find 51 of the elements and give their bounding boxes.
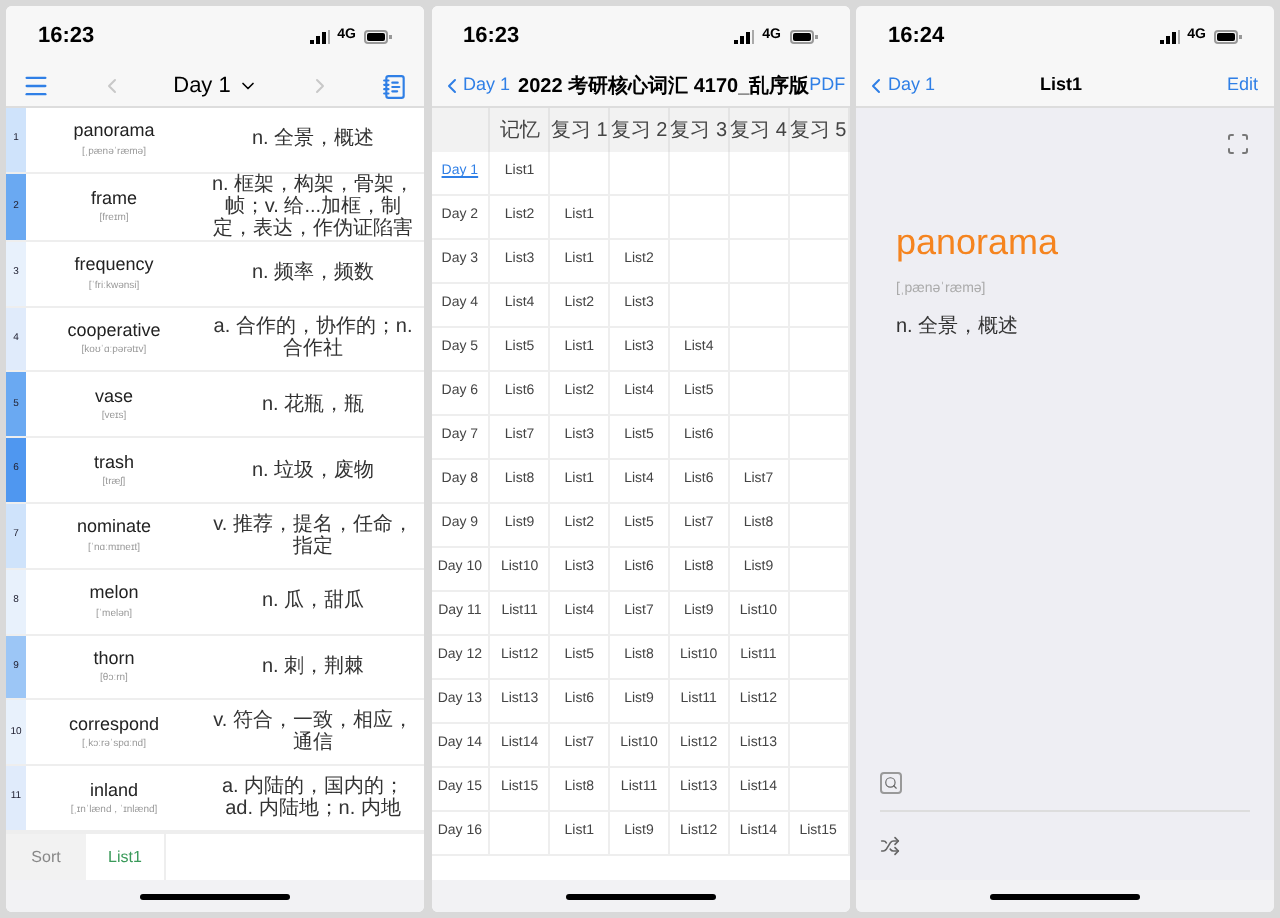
edit-button[interactable]: Edit — [1157, 72, 1258, 100]
meaning-text: n. 全景，概述 — [896, 313, 1021, 341]
column-header: 复习 4 — [729, 108, 790, 152]
search-icon[interactable] — [880, 772, 902, 794]
word-text: inland — [89, 777, 139, 804]
signal-icon — [734, 29, 755, 43]
meaning-text: v. 符合，一致，相应，通信 — [211, 710, 415, 755]
word-text: nominate — [76, 514, 152, 541]
word-text: melon — [89, 580, 139, 607]
headword: panorama — [896, 220, 1061, 266]
column-header: 复习 5 — [789, 108, 849, 152]
word-text: trash — [93, 449, 134, 476]
word-text: frame — [90, 185, 137, 212]
battery-icon — [364, 29, 392, 43]
meaning-text: n. 频率，频数 — [251, 262, 375, 285]
word-text: correspond — [68, 711, 160, 738]
battery-icon — [1214, 29, 1242, 43]
fullscreen-icon[interactable] — [1226, 132, 1250, 156]
back-button[interactable]: Day 1 — [439, 72, 511, 100]
signal-icon — [309, 29, 330, 43]
menu-icon[interactable] — [22, 72, 50, 100]
battery-icon — [789, 29, 817, 43]
meaning-text: n. 垃圾，废物 — [251, 459, 375, 482]
status-time: 16:24 — [888, 21, 945, 52]
meaning-text: n. 花瓶，瓶 — [261, 393, 365, 416]
status-time: 16:23 — [38, 21, 95, 52]
meaning-text: a. 内陆的，国内的；ad. 内陆地；n. 内地 — [219, 776, 407, 821]
word-text: cooperative — [67, 317, 161, 344]
word-text: vase — [94, 383, 133, 410]
word-text: panorama — [73, 118, 155, 145]
day-selector[interactable]: Day 1 — [173, 69, 259, 103]
meaning-text: n. 刺，荆棘 — [261, 655, 365, 678]
nav-title: 2022 考研核心词汇 4170_乱序版 — [518, 72, 810, 101]
column-header: 复习 2 — [610, 108, 670, 152]
column-header: 记忆 — [490, 108, 551, 152]
nav-title: List1 — [1039, 72, 1082, 99]
meaning-text: n. 瓜，甜瓜 — [261, 590, 365, 613]
word-text: thorn — [93, 645, 135, 672]
meaning-text: v. 推荐，提名，任命，指定 — [211, 513, 415, 558]
column-header: 复习 1 — [550, 108, 611, 152]
notebook-icon[interactable] — [382, 73, 408, 99]
meaning-text: n. 框架，构架，骨架，帧；v. 给...加框，制定，表达，作伪证陷害 — [210, 173, 416, 240]
status-time: 16:23 — [463, 21, 520, 52]
signal-icon — [1159, 29, 1180, 43]
meaning-text: a. 合作的，协作的；n. 合作社 — [211, 316, 415, 361]
back-button[interactable]: Day 1 — [864, 72, 964, 100]
shuffle-icon[interactable] — [880, 836, 900, 856]
pdf-button[interactable]: PDF — [809, 72, 846, 100]
word-text: frequency — [74, 252, 154, 279]
column-header: 复习 3 — [669, 108, 730, 152]
meaning-text: n. 全景，概述 — [251, 128, 375, 151]
